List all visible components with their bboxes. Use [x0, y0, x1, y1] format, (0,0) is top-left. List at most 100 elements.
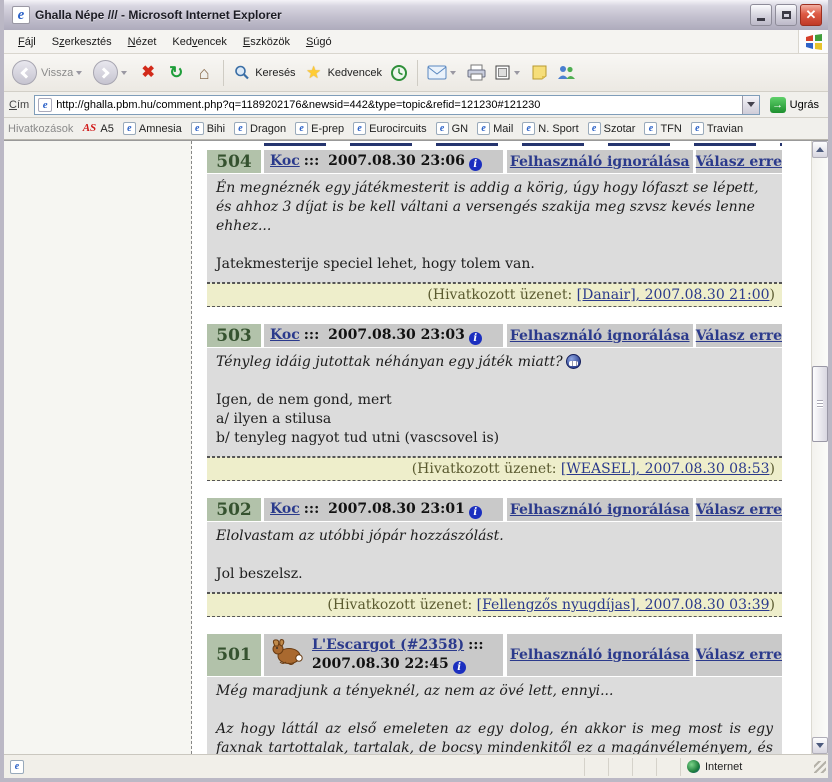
reply-link[interactable]: Válasz erre — [696, 502, 782, 518]
menu-item-f-jl[interactable]: Fájl — [10, 33, 44, 51]
scroll-down-button[interactable] — [812, 737, 828, 754]
ie-page: e — [191, 122, 204, 135]
menu-item-eszk-z-k[interactable]: Eszközök — [235, 33, 298, 51]
history-button[interactable] — [386, 62, 412, 84]
reply-cell: Válasz erre — [696, 634, 782, 676]
links-bar-item-e-prep[interactable]: eE-prep — [295, 122, 344, 135]
zone-label: Internet — [705, 761, 742, 773]
document-icon: e — [10, 760, 24, 774]
ignore-user-link[interactable]: Felhasználó ignorálása — [510, 154, 690, 170]
links-bar-item-dragon[interactable]: eDragon — [234, 122, 286, 135]
post-author-link[interactable]: Koc — [270, 153, 300, 169]
ignore-user-cell: Felhasználó ignorálása — [507, 498, 693, 521]
maximize-button[interactable] — [775, 4, 797, 26]
post-number: 501 — [207, 634, 261, 676]
toolbar-separator — [417, 60, 418, 86]
post-body: Elolvastam az utóbbi jópár hozzászólást.… — [207, 522, 782, 593]
mail-button[interactable] — [423, 63, 463, 82]
forward-button[interactable] — [89, 58, 134, 87]
vertical-scrollbar[interactable] — [811, 141, 828, 754]
close-button[interactable]: ✕ — [800, 4, 822, 26]
links-bar-item-tfn[interactable]: eTFN — [644, 122, 681, 135]
forward-dropdown-icon[interactable] — [121, 71, 127, 75]
menu-bar: FájlSzerkesztésNézetKedvencekEszközökSúg… — [4, 30, 828, 54]
links-bar-item-label: TFN — [660, 123, 681, 135]
info-icon[interactable]: i — [469, 332, 482, 345]
post-author-link[interactable]: Koc — [270, 327, 300, 343]
post-author-link[interactable]: L'Escargot (#2358) — [312, 637, 464, 653]
address-input[interactable]: e http://ghalla.pbm.hu/comment.php?q=118… — [34, 95, 759, 115]
author-time-separator: ::: — [304, 327, 320, 343]
post-timestamp: 2007.08.30 23:01 — [323, 501, 465, 517]
clipped-previous-post — [264, 143, 782, 146]
refresh-icon: ↻ — [166, 65, 186, 81]
favorites-button[interactable]: ★ Kedvencek — [300, 63, 386, 83]
info-icon[interactable]: i — [469, 158, 482, 171]
resize-grip[interactable] — [814, 761, 826, 773]
go-arrow-icon: → — [770, 97, 786, 113]
links-bar-item-szotar[interactable]: eSzotar — [588, 122, 636, 135]
window-title: Ghalla Népe /// - Microsoft Internet Exp… — [35, 8, 747, 22]
reply-cell: Válasz erre — [696, 150, 782, 173]
links-bar-item-travian[interactable]: eTravian — [691, 122, 743, 135]
minimize-button[interactable] — [750, 4, 772, 26]
info-icon[interactable]: i — [469, 506, 482, 519]
links-bar-item-a5[interactable]: ASA5 — [81, 122, 113, 135]
ignore-user-link[interactable]: Felhasználó ignorálása — [510, 647, 690, 663]
links-bar-item-eurocircuits[interactable]: eEurocircuits — [353, 122, 426, 135]
home-button[interactable]: ⌂ — [190, 63, 218, 83]
reply-link[interactable]: Válasz erre — [696, 647, 782, 663]
minimize-icon — [757, 18, 765, 21]
links-bar-item-amnesia[interactable]: eAmnesia — [123, 122, 182, 135]
edit-button[interactable] — [490, 62, 527, 83]
menu-item-s-g-[interactable]: Súgó — [298, 33, 340, 51]
status-segment — [608, 758, 632, 776]
links-bar-item-gn[interactable]: eGN — [436, 122, 469, 135]
links-bar-item-label: A5 — [100, 123, 113, 135]
ie-page: e — [436, 122, 449, 135]
post-paragraph: Én megnéznék egy játékmesterit is addig … — [216, 179, 773, 236]
menu-item-szerkeszt-s[interactable]: Szerkesztés — [44, 33, 120, 51]
status-segment — [584, 758, 608, 776]
ignore-user-link[interactable]: Felhasználó ignorálása — [510, 328, 690, 344]
print-button[interactable] — [463, 62, 490, 83]
quoted-message-link[interactable]: [Fellengzős nyugdíjas], 2007.08.30 03:39 — [477, 597, 770, 613]
back-dropdown-icon[interactable] — [76, 71, 82, 75]
quoted-message-link[interactable]: [Danair], 2007.08.30 21:00 — [577, 287, 770, 303]
search-button[interactable]: Keresés — [229, 62, 299, 84]
menu-item-n-zet[interactable]: Nézet — [120, 33, 165, 51]
post-body: Én megnéznék egy játékmesterit is addig … — [207, 174, 782, 283]
stop-button[interactable]: ✖ — [134, 63, 162, 83]
print-icon — [467, 64, 486, 81]
refresh-button[interactable]: ↻ — [162, 63, 190, 83]
mail-dropdown-icon[interactable] — [450, 71, 456, 75]
links-bar-item-label: Amnesia — [139, 123, 182, 135]
forum-post-504: 504Koc::: 2007.08.30 23:06iFelhasználó i… — [207, 150, 782, 307]
address-dropdown-button[interactable] — [742, 96, 759, 114]
back-button[interactable]: Vissza — [8, 58, 89, 87]
links-bar-item-bihi[interactable]: eBihi — [191, 122, 225, 135]
messenger-button[interactable] — [553, 62, 580, 83]
post-author-cell: Koc::: 2007.08.30 23:03i — [264, 324, 503, 347]
links-bar-item-n-sport[interactable]: eN. Sport — [522, 122, 578, 135]
edit-dropdown-icon[interactable] — [514, 71, 520, 75]
address-url[interactable]: http://ghalla.pbm.hu/comment.php?q=11892… — [56, 99, 741, 111]
quoted-message-bar: (Hivatkozott üzenet: [Fellengzős nyugdíj… — [207, 593, 782, 617]
links-bar-label: Hivatkozások — [8, 123, 73, 135]
post-author-link[interactable]: Koc — [270, 501, 300, 517]
toolbar: Vissza ✖ ↻ ⌂ Keresés ★ Kedvencek — [4, 54, 828, 92]
quoted-message-link[interactable]: [WEASEL], 2007.08.30 08:53 — [561, 461, 770, 477]
links-bar-item-mail[interactable]: eMail — [477, 122, 513, 135]
info-icon[interactable]: i — [453, 661, 466, 674]
discuss-button[interactable] — [527, 62, 553, 83]
scrollbar-thumb[interactable] — [812, 366, 828, 442]
scroll-up-button[interactable] — [812, 141, 828, 158]
ie-page: e — [588, 122, 601, 135]
reply-link[interactable]: Válasz erre — [696, 154, 782, 170]
reply-link[interactable]: Válasz erre — [696, 328, 782, 344]
status-segment — [656, 758, 680, 776]
menu-item-kedvencek[interactable]: Kedvencek — [164, 33, 234, 51]
ignore-user-link[interactable]: Felhasználó ignorálása — [510, 502, 690, 518]
go-button[interactable]: → Ugrás — [766, 96, 823, 114]
scrollbar-track[interactable] — [812, 158, 828, 737]
